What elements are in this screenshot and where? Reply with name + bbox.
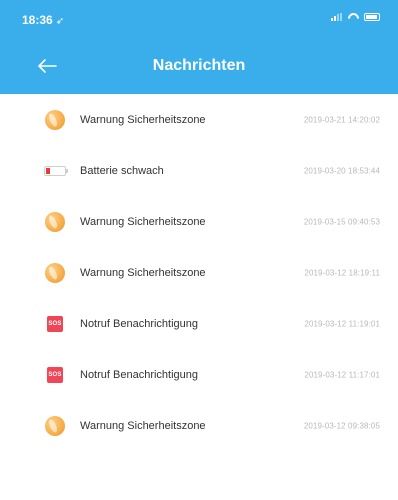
message-date: 2019-03-20 18:53:44 [303,166,380,175]
sos-icon-label: SOS [47,366,63,383]
message-date: 2019-03-12 11:19:01 [304,319,380,328]
status-time: 18:36 ➶ [22,13,64,27]
battery-status-icon [364,13,380,21]
message-row[interactable]: Warnung Sicherheitszone 2019-03-15 09:40… [0,196,398,247]
status-icons [331,13,380,21]
message-row[interactable]: SOS Notruf Benachrichtigung 2019-03-12 1… [0,298,398,349]
status-time-text: 18:36 [22,13,53,27]
location-arrow-icon: ➶ [55,16,65,27]
sos-icon-label: SOS [47,315,63,332]
geofence-icon [44,262,66,284]
message-date: 2019-03-15 09:40:53 [303,217,380,226]
status-bar: 18:36 ➶ [0,0,398,38]
message-title: Warnung Sicherheitszone [80,215,206,228]
message-row[interactable]: Warnung Sicherheitszone 2019-03-12 09:38… [0,400,398,451]
message-list: Warnung Sicherheitszone 2019-03-21 14:20… [0,94,398,451]
message-row[interactable]: SOS Notruf Benachrichtigung 2019-03-12 1… [0,349,398,400]
message-date: 2019-03-12 09:38:05 [303,421,380,430]
battery-low-icon [44,160,68,182]
sos-icon: SOS [44,364,66,386]
message-date: 2019-03-12 18:19:11 [304,268,380,277]
message-title: Warnung Sicherheitszone [80,266,206,279]
message-date: 2019-03-21 14:20:02 [303,115,380,124]
signal-icon [331,13,343,21]
message-title: Warnung Sicherheitszone [80,419,206,432]
wifi-icon [348,13,359,21]
message-title: Notruf Benachrichtigung [80,368,199,381]
message-row[interactable]: Warnung Sicherheitszone 2019-03-21 14:20… [0,94,398,145]
sos-icon: SOS [44,313,66,335]
message-title: Warnung Sicherheitszone [80,113,206,126]
message-title: Notruf Benachrichtigung [80,317,199,330]
message-row[interactable]: Batterie schwach 2019-03-20 18:53:44 [0,145,398,196]
page-title: Nachrichten [152,57,246,74]
geofence-icon [44,415,66,437]
message-row[interactable]: Warnung Sicherheitszone 2019-03-12 18:19… [0,247,398,298]
geofence-icon [44,109,66,131]
geofence-icon [44,211,66,233]
message-title: Batterie schwach [80,164,164,177]
message-date: 2019-03-12 11:17:01 [304,370,380,379]
nav-bar: Nachrichten [0,38,398,94]
